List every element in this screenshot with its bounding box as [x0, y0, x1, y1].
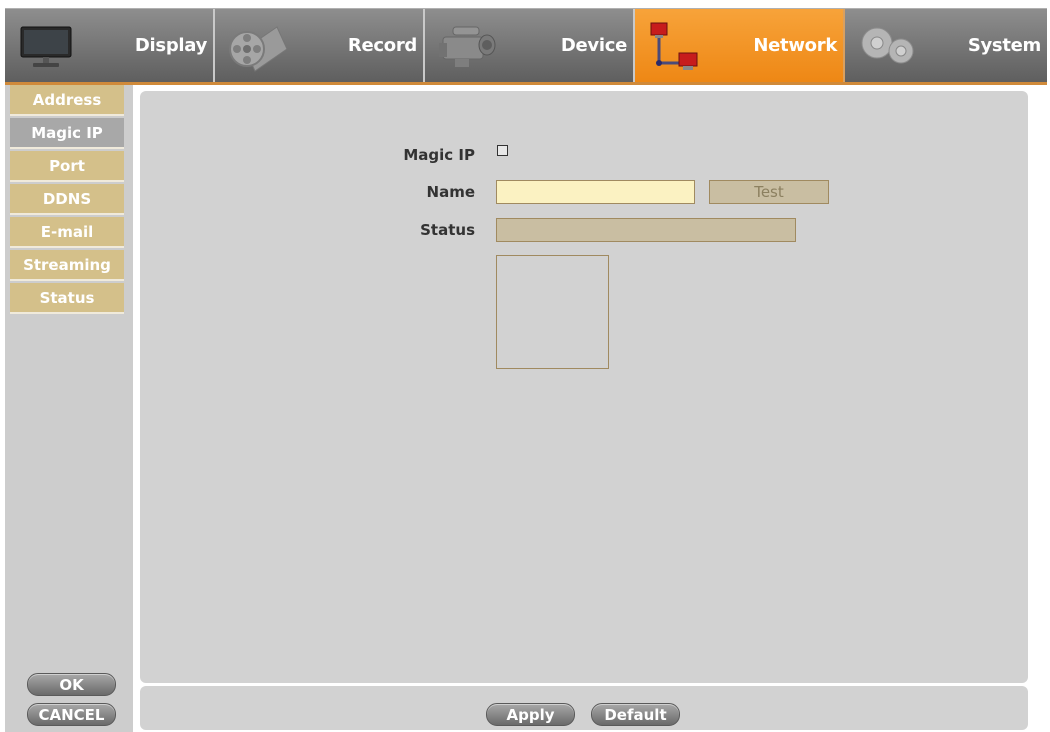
tab-network[interactable]: Network [635, 9, 845, 83]
ok-button[interactable]: OK [27, 673, 116, 696]
sidebar-item-ddns[interactable]: DDNS [10, 184, 124, 215]
sidebar-item-magic-ip[interactable]: Magic IP [10, 118, 124, 149]
tab-display-label: Display [134, 35, 207, 56]
tab-device-label: Device [560, 35, 627, 56]
cancel-button[interactable]: CANCEL [27, 703, 116, 726]
sidebar-item-label: Streaming [23, 255, 111, 274]
default-button-label: Default [604, 705, 667, 724]
magic-ip-checkbox[interactable] [497, 145, 508, 156]
sidebar-item-label: Port [49, 156, 85, 175]
sidebar-item-streaming[interactable]: Streaming [10, 250, 124, 281]
sidebar-item-status[interactable]: Status [10, 283, 124, 314]
cancel-button-label: CANCEL [38, 705, 105, 724]
qr-code-box [496, 255, 609, 369]
sidebar-item-label: DDNS [42, 189, 92, 208]
monitor-icon [15, 19, 79, 73]
camcorder-icon [435, 19, 499, 73]
tab-record-label: Record [347, 35, 417, 56]
gears-icon [855, 19, 919, 73]
network-icon [645, 19, 709, 73]
status-field [496, 218, 796, 242]
sidebar-item-label: E-mail [40, 222, 94, 241]
tab-display[interactable]: Display [5, 9, 215, 83]
ok-button-label: OK [59, 675, 84, 694]
test-button[interactable]: Test [709, 180, 829, 204]
tab-system[interactable]: System [845, 9, 1047, 83]
tab-system-label: System [967, 35, 1041, 56]
sidebar-item-label: Address [32, 90, 102, 109]
apply-button-label: Apply [506, 705, 555, 724]
tab-device[interactable]: Device [425, 9, 635, 83]
name-label: Name [426, 183, 475, 201]
magic-ip-label: Magic IP [403, 146, 475, 164]
top-tab-bar: Display Record Device Network System [5, 8, 1047, 83]
tab-network-label: Network [753, 35, 837, 56]
apply-button[interactable]: Apply [486, 703, 575, 726]
sidebar-item-label: Status [39, 288, 95, 307]
tab-record[interactable]: Record [215, 9, 425, 83]
default-button[interactable]: Default [591, 703, 680, 726]
sidebar-item-email[interactable]: E-mail [10, 217, 124, 248]
name-field[interactable] [496, 180, 695, 204]
status-label: Status [420, 221, 475, 239]
sidebar-item-address[interactable]: Address [10, 85, 124, 116]
film-reel-icon [225, 19, 289, 73]
sidebar-item-port[interactable]: Port [10, 151, 124, 182]
bottom-action-bar [140, 686, 1028, 730]
sidebar-item-label: Magic IP [31, 123, 103, 142]
test-button-label: Test [754, 183, 784, 201]
tab-underline [5, 82, 1047, 85]
sidebar [5, 85, 133, 732]
